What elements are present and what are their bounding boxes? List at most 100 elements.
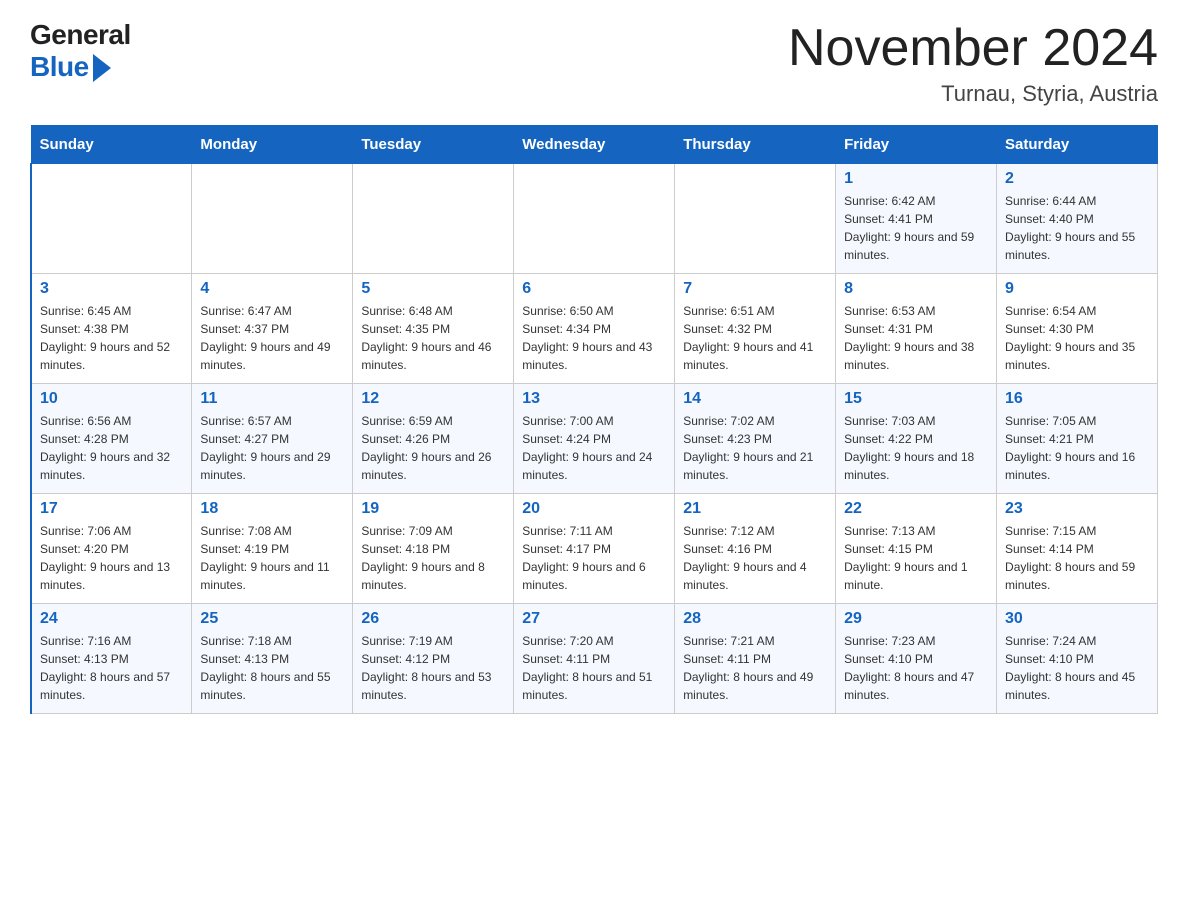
page-header: General Blue November 2024 Turnau, Styri… [30, 20, 1158, 107]
day-info: Sunrise: 6:54 AMSunset: 4:30 PMDaylight:… [1005, 302, 1149, 374]
day-number: 4 [200, 280, 344, 298]
day-info: Sunrise: 7:02 AMSunset: 4:23 PMDaylight:… [683, 412, 827, 484]
page-title: November 2024 [788, 20, 1158, 77]
calendar-cell: 22 Sunrise: 7:13 AMSunset: 4:15 PMDayligh… [836, 494, 997, 604]
day-number: 18 [200, 500, 344, 518]
logo: General Blue [30, 20, 131, 83]
day-number: 2 [1005, 170, 1149, 188]
calendar-cell: 1 Sunrise: 6:42 AMSunset: 4:41 PMDaylight… [836, 164, 997, 274]
day-number: 27 [522, 610, 666, 628]
calendar-cell: 28 Sunrise: 7:21 AMSunset: 4:11 PMDayligh… [675, 604, 836, 714]
calendar-cell [675, 164, 836, 274]
day-info: Sunrise: 7:21 AMSunset: 4:11 PMDaylight:… [683, 632, 827, 704]
day-info: Sunrise: 7:12 AMSunset: 4:16 PMDaylight:… [683, 522, 827, 594]
calendar-header-row: SundayMondayTuesdayWednesdayThursdayFrid… [31, 126, 1158, 164]
day-number: 20 [522, 500, 666, 518]
calendar-cell: 18 Sunrise: 7:08 AMSunset: 4:19 PMDayligh… [192, 494, 353, 604]
day-info: Sunrise: 7:15 AMSunset: 4:14 PMDaylight:… [1005, 522, 1149, 594]
logo-arrow-icon [93, 54, 111, 82]
header-saturday: Saturday [997, 126, 1158, 164]
header-wednesday: Wednesday [514, 126, 675, 164]
day-number: 17 [40, 500, 183, 518]
day-info: Sunrise: 7:03 AMSunset: 4:22 PMDaylight:… [844, 412, 988, 484]
day-number: 29 [844, 610, 988, 628]
day-number: 14 [683, 390, 827, 408]
page-subtitle: Turnau, Styria, Austria [788, 81, 1158, 107]
day-info: Sunrise: 6:44 AMSunset: 4:40 PMDaylight:… [1005, 192, 1149, 264]
calendar-cell: 4 Sunrise: 6:47 AMSunset: 4:37 PMDaylight… [192, 274, 353, 384]
day-number: 3 [40, 280, 183, 298]
header-sunday: Sunday [31, 126, 192, 164]
calendar-cell: 24Sunrise: 7:16 AMSunset: 4:13 PMDayligh… [31, 604, 192, 714]
calendar-cell: 27 Sunrise: 7:20 AMSunset: 4:11 PMDayligh… [514, 604, 675, 714]
day-info: Sunrise: 6:56 AMSunset: 4:28 PMDaylight:… [40, 412, 183, 484]
day-info: Sunrise: 6:45 AMSunset: 4:38 PMDaylight:… [40, 302, 183, 374]
day-number: 8 [844, 280, 988, 298]
day-info: Sunrise: 7:11 AMSunset: 4:17 PMDaylight:… [522, 522, 666, 594]
day-info: Sunrise: 6:53 AMSunset: 4:31 PMDaylight:… [844, 302, 988, 374]
day-number: 13 [522, 390, 666, 408]
calendar-week-row: 10 Sunrise: 6:56 AMSunset: 4:28 PMDayligh… [31, 384, 1158, 494]
day-info: Sunrise: 6:59 AMSunset: 4:26 PMDaylight:… [361, 412, 505, 484]
day-number: 1 [844, 170, 988, 188]
day-number: 7 [683, 280, 827, 298]
calendar-cell: 2 Sunrise: 6:44 AMSunset: 4:40 PMDaylight… [997, 164, 1158, 274]
calendar-cell [514, 164, 675, 274]
header-thursday: Thursday [675, 126, 836, 164]
calendar-cell: 25 Sunrise: 7:18 AMSunset: 4:13 PMDayligh… [192, 604, 353, 714]
day-number: 28 [683, 610, 827, 628]
calendar-cell: 12 Sunrise: 6:59 AMSunset: 4:26 PMDayligh… [353, 384, 514, 494]
calendar-cell: 9 Sunrise: 6:54 AMSunset: 4:30 PMDaylight… [997, 274, 1158, 384]
day-number: 26 [361, 610, 505, 628]
calendar-cell [192, 164, 353, 274]
day-info: Sunrise: 7:23 AMSunset: 4:10 PMDaylight:… [844, 632, 988, 704]
day-number: 9 [1005, 280, 1149, 298]
day-info: Sunrise: 7:19 AMSunset: 4:12 PMDaylight:… [361, 632, 505, 704]
calendar-week-row: 3 Sunrise: 6:45 AMSunset: 4:38 PMDaylight… [31, 274, 1158, 384]
calendar-cell: 7Sunrise: 6:51 AMSunset: 4:32 PMDaylight… [675, 274, 836, 384]
calendar-cell [353, 164, 514, 274]
day-number: 30 [1005, 610, 1149, 628]
day-number: 5 [361, 280, 505, 298]
day-info: Sunrise: 7:13 AMSunset: 4:15 PMDaylight:… [844, 522, 988, 594]
calendar-cell: 13Sunrise: 7:00 AMSunset: 4:24 PMDayligh… [514, 384, 675, 494]
day-number: 6 [522, 280, 666, 298]
calendar-table: SundayMondayTuesdayWednesdayThursdayFrid… [30, 125, 1158, 714]
day-info: Sunrise: 6:50 AMSunset: 4:34 PMDaylight:… [522, 302, 666, 374]
day-number: 23 [1005, 500, 1149, 518]
day-info: Sunrise: 7:24 AMSunset: 4:10 PMDaylight:… [1005, 632, 1149, 704]
day-number: 22 [844, 500, 988, 518]
day-info: Sunrise: 6:48 AMSunset: 4:35 PMDaylight:… [361, 302, 505, 374]
calendar-cell: 30 Sunrise: 7:24 AMSunset: 4:10 PMDayligh… [997, 604, 1158, 714]
day-number: 16 [1005, 390, 1149, 408]
calendar-cell: 16Sunrise: 7:05 AMSunset: 4:21 PMDayligh… [997, 384, 1158, 494]
calendar-cell: 20 Sunrise: 7:11 AMSunset: 4:17 PMDayligh… [514, 494, 675, 604]
day-info: Sunrise: 7:16 AMSunset: 4:13 PMDaylight:… [40, 632, 183, 704]
day-number: 19 [361, 500, 505, 518]
calendar-cell: 14 Sunrise: 7:02 AMSunset: 4:23 PMDayligh… [675, 384, 836, 494]
calendar-cell: 10 Sunrise: 6:56 AMSunset: 4:28 PMDayligh… [31, 384, 192, 494]
day-number: 11 [200, 390, 344, 408]
day-number: 12 [361, 390, 505, 408]
calendar-week-row: 17 Sunrise: 7:06 AMSunset: 4:20 PMDayligh… [31, 494, 1158, 604]
calendar-cell: 26 Sunrise: 7:19 AMSunset: 4:12 PMDayligh… [353, 604, 514, 714]
day-info: Sunrise: 7:20 AMSunset: 4:11 PMDaylight:… [522, 632, 666, 704]
day-info: Sunrise: 6:42 AMSunset: 4:41 PMDaylight:… [844, 192, 988, 264]
calendar-cell: 11 Sunrise: 6:57 AMSunset: 4:27 PMDayligh… [192, 384, 353, 494]
day-number: 25 [200, 610, 344, 628]
day-number: 10 [40, 390, 183, 408]
day-info: Sunrise: 7:09 AMSunset: 4:18 PMDaylight:… [361, 522, 505, 594]
logo-blue: Blue [30, 51, 89, 83]
calendar-cell: 23 Sunrise: 7:15 AMSunset: 4:14 PMDayligh… [997, 494, 1158, 604]
day-info: Sunrise: 7:08 AMSunset: 4:19 PMDaylight:… [200, 522, 344, 594]
header-tuesday: Tuesday [353, 126, 514, 164]
calendar-cell: 15Sunrise: 7:03 AMSunset: 4:22 PMDayligh… [836, 384, 997, 494]
logo-general: General [30, 20, 131, 51]
day-info: Sunrise: 7:18 AMSunset: 4:13 PMDaylight:… [200, 632, 344, 704]
calendar-cell: 6 Sunrise: 6:50 AMSunset: 4:34 PMDaylight… [514, 274, 675, 384]
header-monday: Monday [192, 126, 353, 164]
day-info: Sunrise: 7:06 AMSunset: 4:20 PMDaylight:… [40, 522, 183, 594]
calendar-week-row: 24Sunrise: 7:16 AMSunset: 4:13 PMDayligh… [31, 604, 1158, 714]
day-info: Sunrise: 6:57 AMSunset: 4:27 PMDaylight:… [200, 412, 344, 484]
day-info: Sunrise: 6:47 AMSunset: 4:37 PMDaylight:… [200, 302, 344, 374]
